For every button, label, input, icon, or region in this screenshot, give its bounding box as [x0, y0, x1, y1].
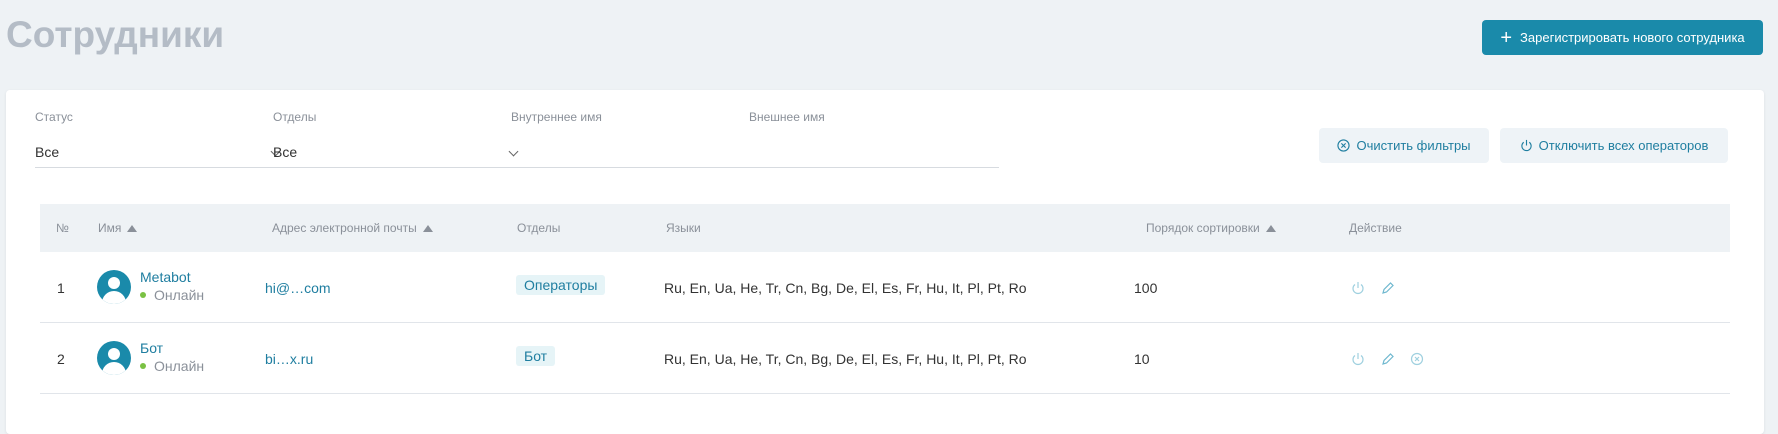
internal-name-label: Внутреннее имя — [511, 110, 602, 124]
sort-order-cell: 10 — [1134, 351, 1150, 367]
online-dot-icon — [140, 292, 146, 298]
page-header: Сотрудники + Зарегистрировать нового сот… — [0, 0, 1778, 80]
header-sort-order-label: Порядок сортировки — [1146, 221, 1260, 235]
header-languages-label: Языки — [666, 221, 701, 235]
register-employee-label: Зарегистрировать нового сотрудника — [1520, 30, 1745, 45]
header-sort-order[interactable]: Порядок сортировки — [1146, 221, 1276, 235]
name-cell: Metabot Онлайн — [140, 269, 204, 303]
employee-name-link[interactable]: Бот — [140, 340, 204, 356]
plus-icon: + — [1500, 26, 1513, 49]
register-employee-button[interactable]: + Зарегистрировать нового сотрудника — [1482, 20, 1763, 55]
header-email-label: Адрес электронной почты — [272, 221, 417, 235]
power-icon — [1520, 139, 1532, 152]
online-dot-icon — [140, 363, 146, 369]
power-icon[interactable] — [1351, 281, 1365, 295]
languages-cell: Ru, En, Ua, He, Tr, Cn, Bg, De, El, Es, … — [664, 280, 1027, 296]
header-email[interactable]: Адрес электронной почты — [272, 221, 433, 235]
pencil-icon[interactable] — [1381, 281, 1395, 295]
departments-select-value: Все — [273, 144, 298, 160]
internal-name-input[interactable] — [511, 138, 761, 168]
departments-select[interactable]: Все — [273, 138, 523, 168]
table-row: 2 Бот Онлайн bi…x.ru Бот Ru, En, Ua, He,… — [40, 323, 1730, 394]
header-action: Действие — [1349, 221, 1402, 235]
status-filter: Статус Все — [35, 110, 285, 168]
header-name-label: Имя — [98, 221, 122, 235]
clear-circle-icon — [1337, 139, 1351, 152]
status-indicator: Онлайн — [140, 358, 204, 374]
status-select[interactable]: Все — [35, 138, 285, 168]
user-avatar-icon — [97, 341, 131, 375]
department-cell: Операторы — [516, 275, 606, 295]
sort-up-icon — [127, 224, 138, 232]
cancel-circle-icon[interactable] — [1410, 352, 1424, 366]
status-indicator: Онлайн — [140, 287, 204, 303]
employees-table: № Имя Адрес электронной почты Отделы Язы… — [40, 204, 1730, 394]
clear-filters-button[interactable]: Очистить фильтры — [1319, 128, 1489, 163]
disable-all-operators-label: Отключить всех операторов — [1538, 138, 1709, 153]
power-icon[interactable] — [1351, 352, 1365, 366]
header-departments-label: Отделы — [517, 221, 561, 235]
table-header: № Имя Адрес электронной почты Отделы Язы… — [40, 204, 1730, 252]
row-num: 2 — [57, 351, 65, 367]
department-badge: Операторы — [516, 275, 606, 295]
header-name[interactable]: Имя — [98, 221, 138, 235]
clear-filters-label: Очистить фильтры — [1356, 138, 1471, 153]
email-link[interactable]: bi…x.ru — [265, 351, 313, 367]
department-badge: Бот — [516, 346, 556, 366]
departments-filter-label: Отделы — [273, 110, 317, 124]
departments-filter: Отделы Все — [273, 110, 523, 168]
status-text: Онлайн — [154, 358, 205, 374]
status-filter-label: Статус — [35, 110, 73, 124]
user-avatar-icon — [97, 270, 131, 304]
languages-cell: Ru, En, Ua, He, Tr, Cn, Bg, De, El, Es, … — [664, 351, 1027, 367]
name-cell: Бот Онлайн — [140, 340, 204, 374]
header-action-label: Действие — [1349, 221, 1402, 235]
sort-up-icon — [422, 224, 433, 232]
external-name-filter: Внешнее имя — [749, 110, 999, 168]
disable-all-operators-button[interactable]: Отключить всех операторов — [1500, 128, 1728, 163]
pencil-icon[interactable] — [1381, 352, 1395, 366]
employees-card: Статус Все Отделы Все Внутреннее имя Вне… — [6, 90, 1764, 434]
status-text: Онлайн — [154, 287, 205, 303]
table-row: 1 Metabot Онлайн hi@…com Операторы Ru, E… — [40, 252, 1730, 323]
row-num: 1 — [57, 280, 65, 296]
external-name-input[interactable] — [749, 138, 999, 168]
header-num-label: № — [56, 221, 69, 235]
header-languages: Языки — [666, 221, 701, 235]
department-cell: Бот — [516, 346, 556, 366]
sort-order-cell: 100 — [1134, 280, 1158, 296]
header-num: № — [56, 221, 69, 235]
header-departments: Отделы — [517, 221, 560, 235]
page-title: Сотрудники — [6, 14, 225, 55]
email-link[interactable]: hi@…com — [265, 280, 331, 296]
internal-name-filter: Внутреннее имя — [511, 110, 761, 168]
employee-name-link[interactable]: Metabot — [140, 269, 204, 285]
status-select-value: Все — [35, 144, 60, 160]
external-name-label: Внешнее имя — [749, 110, 825, 124]
sort-up-icon — [1265, 224, 1276, 232]
